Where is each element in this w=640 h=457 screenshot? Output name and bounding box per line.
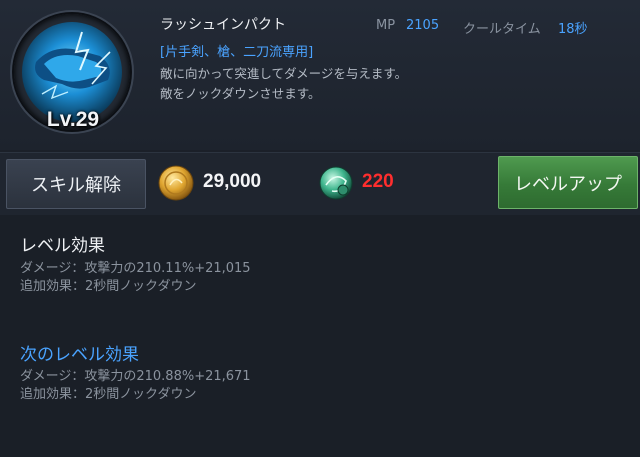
cooldown-label: クールタイム bbox=[463, 22, 541, 37]
current-effect-damage: ダメージ：攻撃力の210.11%+21,015 bbox=[20, 261, 251, 276]
gold-cost: 29,000 bbox=[203, 171, 262, 192]
next-level-effect-title: 次のレベル効果 bbox=[20, 345, 139, 365]
skill-level: Lv.29 bbox=[46, 108, 100, 131]
level-up-button[interactable]: レベルアップ bbox=[498, 156, 638, 209]
green-token-icon bbox=[316, 163, 356, 203]
current-level-effect-title: レベル効果 bbox=[20, 236, 105, 256]
gem-cost: 220 bbox=[362, 171, 394, 192]
next-effect-damage: ダメージ：攻撃力の210.88%+21,671 bbox=[20, 369, 251, 384]
next-effect-extra: 追加効果：2秒間ノックダウン bbox=[20, 387, 197, 402]
cooldown-value: 18秒 bbox=[558, 22, 588, 37]
mp-label: MP bbox=[376, 18, 396, 33]
skill-name: ラッシュインパクト bbox=[160, 17, 286, 33]
mp-value: 2105 bbox=[406, 18, 440, 33]
gold-coin-icon bbox=[156, 163, 196, 203]
skill-description-line: 敵をノックダウンさせます。 bbox=[160, 86, 321, 101]
rush-impact-skill-icon bbox=[22, 22, 122, 122]
weapon-requirement: [片手剣、槍、二刀流専用] bbox=[160, 45, 314, 60]
skill-release-button[interactable]: スキル解除 bbox=[6, 159, 146, 209]
current-effect-extra: 追加効果：2秒間ノックダウン bbox=[20, 279, 197, 294]
skill-description-line: 敵に向かって突進してダメージを与えます。 bbox=[160, 66, 408, 81]
